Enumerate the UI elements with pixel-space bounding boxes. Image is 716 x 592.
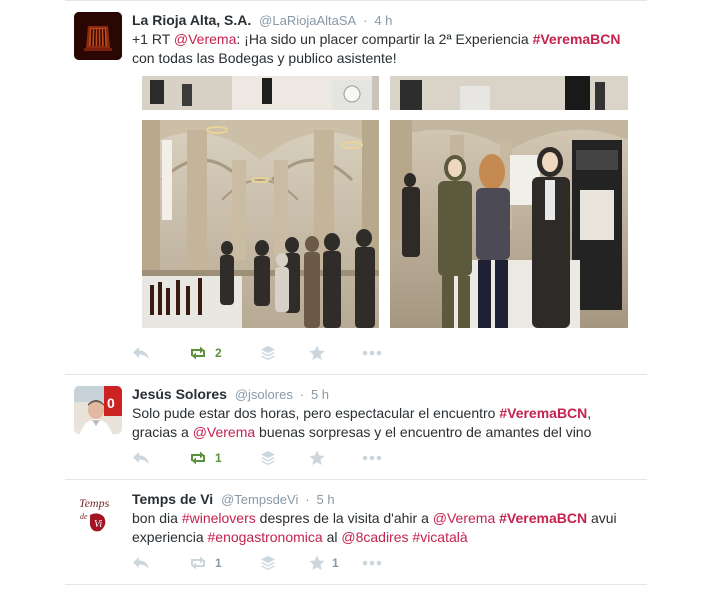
avatar[interactable]: Temps de Vi (74, 491, 122, 539)
star-icon (309, 345, 325, 360)
mention-link[interactable]: @Verema (193, 424, 255, 440)
mention-link[interactable]: @Verema (433, 510, 495, 526)
tweet-jsolores[interactable]: 0 Jesús Solores @jsolores · 5 h Solo pud… (65, 374, 647, 479)
hashtag-link[interactable]: #VeremaBCN (499, 510, 587, 526)
mention-link[interactable]: @Verema (174, 31, 236, 47)
retweet-button[interactable]: 1 (188, 448, 222, 468)
separator-dot: · (363, 13, 368, 28)
separator-dot: · (305, 492, 310, 507)
svg-text:Temps: Temps (79, 496, 110, 510)
media-photo[interactable] (142, 120, 379, 328)
retweet-icon (191, 451, 205, 465)
text-segment: bon dia (132, 510, 182, 526)
layers-icon (261, 556, 275, 570)
tweet-text: bon dia #winelovers despres de la visita… (132, 509, 624, 547)
svg-text:0: 0 (107, 395, 115, 411)
text-segment: despres de la visita d'ahir a (255, 510, 433, 526)
username[interactable]: @TempsdeVi (221, 492, 298, 507)
tweet-larioja[interactable]: La Rioja Alta, S.A. @LaRiojaAltaSA · 4 h… (65, 0, 647, 374)
svg-text:Vi: Vi (94, 519, 102, 530)
favorite-button[interactable] (309, 448, 325, 468)
favorite-count: 1 (332, 556, 339, 570)
favorite-button[interactable]: 1 (309, 553, 339, 573)
text-segment: : ¡Ha sido un placer compartir la 2ª Exp… (236, 31, 533, 47)
more-options-button[interactable] (362, 553, 382, 573)
reply-icon (133, 557, 149, 569)
text-segment: con todas las Bodegas y publico asistent… (132, 50, 397, 66)
text-segment: buenas sorpresas y el encuentro de amant… (255, 424, 592, 440)
media-photo[interactable] (390, 76, 628, 110)
retweet-icon (191, 346, 205, 360)
retweet-icon (191, 556, 205, 570)
reply-button[interactable] (132, 553, 150, 573)
fullname[interactable]: La Rioja Alta, S.A. (132, 12, 251, 28)
add-to-collection-button[interactable] (260, 448, 276, 468)
hashtag-link[interactable]: #enogastronomica (208, 529, 323, 545)
hashtag-link[interactable]: #VeremaBCN (499, 405, 587, 421)
fullname[interactable]: Temps de Vi (132, 491, 213, 507)
avatar[interactable] (74, 12, 122, 60)
timestamp[interactable]: 5 h (316, 492, 334, 507)
more-icon (362, 455, 382, 461)
add-to-collection-button[interactable] (260, 553, 276, 573)
tweet-header: La Rioja Alta, S.A. @LaRiojaAltaSA · 4 h (132, 12, 392, 28)
hashtag-link[interactable]: #vicatalà (412, 529, 467, 545)
svg-text:de: de (80, 512, 88, 521)
separator-dot: · (299, 387, 305, 402)
text-segment: +1 RT (132, 31, 174, 47)
divider (65, 584, 647, 585)
reply-icon (133, 452, 149, 464)
reply-button[interactable] (132, 343, 150, 363)
reply-button[interactable] (132, 448, 150, 468)
username[interactable]: @jsolores (235, 387, 293, 402)
tweet-header: Jesús Solores @jsolores · 5 h (132, 386, 329, 402)
favorite-button[interactable] (309, 343, 325, 363)
star-icon (309, 450, 325, 465)
tweet-text: Solo pude estar dos horas, pero espectac… (132, 404, 612, 442)
retweet-count: 1 (215, 451, 222, 465)
username[interactable]: @LaRiojaAltaSA (259, 13, 356, 28)
more-options-button[interactable] (362, 343, 382, 363)
more-options-button[interactable] (362, 448, 382, 468)
retweet-count: 1 (215, 556, 222, 570)
avatar[interactable]: 0 (74, 386, 122, 434)
timestamp[interactable]: 4 h (374, 13, 392, 28)
retweet-button[interactable]: 1 (188, 553, 222, 573)
retweet-button[interactable]: 2 (188, 343, 222, 363)
media-photo[interactable] (390, 120, 628, 328)
tweet-header: Temps de Vi @TempsdeVi · 5 h (132, 491, 335, 507)
text-segment: Solo pude estar dos horas, pero espectac… (132, 405, 500, 421)
timestamp[interactable]: 5 h (311, 387, 329, 402)
media-photo[interactable] (142, 76, 379, 110)
more-icon (362, 350, 382, 356)
layers-icon (261, 451, 275, 465)
hashtag-link[interactable]: #winelovers (182, 510, 256, 526)
reply-icon (133, 347, 149, 359)
mention-link[interactable]: @8cadires (341, 529, 408, 545)
hashtag-link[interactable]: #VeremaBCN (533, 31, 621, 47)
more-icon (362, 560, 382, 566)
retweet-count: 2 (215, 346, 222, 360)
star-icon (309, 555, 325, 570)
tweet-tempsdevi[interactable]: Temps de Vi Temps de Vi @TempsdeVi · 5 h… (65, 479, 647, 584)
layers-icon (261, 346, 275, 360)
tweet-text: +1 RT @Verema: ¡Ha sido un placer compar… (132, 30, 632, 68)
add-to-collection-button[interactable] (260, 343, 276, 363)
fullname[interactable]: Jesús Solores (132, 386, 227, 402)
text-segment: al (322, 529, 342, 545)
